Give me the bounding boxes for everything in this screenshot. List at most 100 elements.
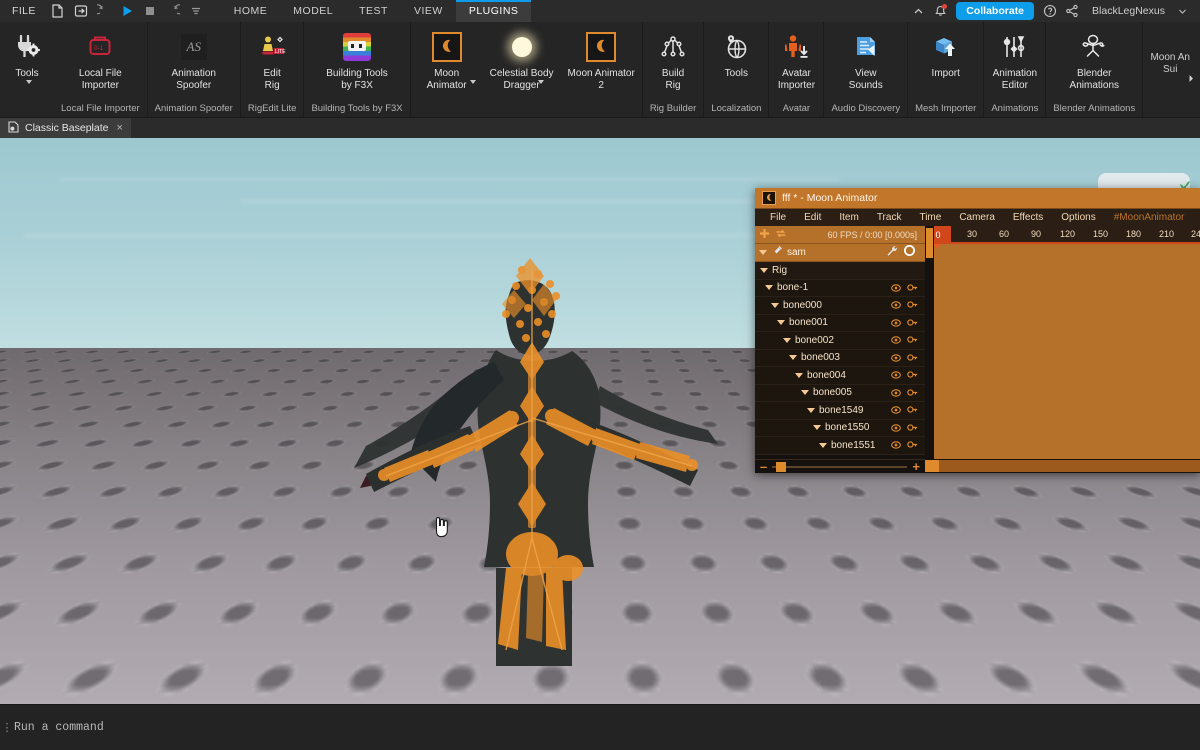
expand-triangle-icon[interactable]	[760, 268, 768, 273]
key-icon[interactable]	[907, 314, 918, 332]
timeline-panel[interactable]: 0 30 60 90 120 150 180 210 240	[925, 226, 1200, 473]
track-row-sam[interactable]: sam	[755, 244, 925, 262]
key-icon[interactable]	[907, 296, 918, 314]
ribbon-item-view-sounds[interactable]: View Sounds	[839, 22, 893, 100]
expand-triangle-icon[interactable]	[807, 408, 815, 413]
record-circle-icon[interactable]	[903, 244, 916, 262]
track-row-rig[interactable]: Rig	[755, 262, 925, 280]
undo-icon[interactable]	[162, 0, 184, 22]
key-icon[interactable]	[907, 401, 918, 419]
ribbon-item-moon-animator[interactable]: Moon Animator	[411, 22, 483, 100]
close-icon[interactable]: ×	[116, 122, 122, 134]
chevron-up-icon[interactable]	[908, 0, 928, 22]
redo-icon[interactable]	[93, 0, 115, 22]
eye-icon[interactable]	[891, 384, 901, 402]
eye-icon[interactable]	[891, 366, 901, 384]
open-file-icon[interactable]	[70, 0, 92, 22]
add-track-icon[interactable]	[759, 226, 770, 244]
zoom-slider-handle[interactable]	[776, 462, 786, 472]
rigged-character-model[interactable]	[300, 238, 760, 668]
ribbon-item-celestial-body-dragger[interactable]: Celestial Body Dragger	[483, 22, 561, 100]
track-zoom-slider[interactable]: – +	[755, 459, 925, 473]
timeline-horizontal-scrollbar[interactable]	[925, 459, 1200, 473]
expand-triangle-icon[interactable]	[759, 250, 767, 255]
eye-icon[interactable]	[891, 314, 901, 332]
eye-icon[interactable]	[891, 419, 901, 437]
track-row-bone-1[interactable]: bone-1	[755, 280, 925, 298]
ribbon-item-tools[interactable]: Tools	[0, 22, 54, 100]
zoom-out-button[interactable]: –	[760, 462, 767, 472]
ribbon-item-animation-spoofer[interactable]: AS Animation Spoofer	[165, 22, 223, 100]
scrollbar-thumb[interactable]	[926, 228, 933, 258]
eye-icon[interactable]	[891, 401, 901, 419]
eye-icon[interactable]	[891, 296, 901, 314]
document-tab-classic-baseplate[interactable]: Classic Baseplate ×	[0, 118, 131, 138]
ribbon-item-blender-animations[interactable]: Blender Animations	[1063, 22, 1126, 100]
account-name[interactable]: BlackLegNexus	[1084, 5, 1170, 17]
eye-icon[interactable]	[891, 331, 901, 349]
scrollbar-track[interactable]	[925, 460, 1200, 472]
ribbon-item-edit-rig[interactable]: LITE Edit Rig	[245, 22, 299, 100]
chevron-down-icon[interactable]	[470, 80, 476, 84]
expand-triangle-icon[interactable]	[789, 355, 797, 360]
ribbon-item-building-tools[interactable]: Building Tools by F3X	[319, 22, 395, 100]
expand-triangle-icon[interactable]	[795, 373, 803, 378]
key-icon[interactable]	[907, 384, 918, 402]
track-row-bone004[interactable]: bone004	[755, 367, 925, 385]
menu-item[interactable]: Item	[830, 209, 867, 226]
track-row-bone1550[interactable]: bone1550	[755, 420, 925, 438]
file-menu-button[interactable]: FILE	[0, 0, 45, 22]
track-row-bone000[interactable]: bone000	[755, 297, 925, 315]
ribbon-item-mesh-import[interactable]: Import	[919, 22, 973, 100]
ribbon-tab-model[interactable]: MODEL	[280, 0, 346, 22]
timeline-rig-track-row[interactable]	[925, 244, 1200, 262]
timeline-keyframe-grid[interactable]	[925, 262, 1200, 459]
ribbon-tab-test[interactable]: TEST	[346, 0, 401, 22]
track-row-bone003[interactable]: bone003	[755, 350, 925, 368]
zoom-slider-track[interactable]	[772, 466, 907, 468]
expand-triangle-icon[interactable]	[801, 390, 809, 395]
key-icon[interactable]	[907, 349, 918, 367]
track-row-bone002[interactable]: bone002	[755, 332, 925, 350]
ribbon-tab-view[interactable]: VIEW	[401, 0, 456, 22]
track-row-bone1549[interactable]: bone1549	[755, 402, 925, 420]
key-icon[interactable]	[907, 331, 918, 349]
menu-camera[interactable]: Camera	[950, 209, 1004, 226]
moon-animator-title-bar[interactable]: fff * - Moon Animator	[755, 188, 1200, 209]
expand-triangle-icon[interactable]	[819, 443, 827, 448]
eye-icon[interactable]	[891, 436, 901, 454]
wrench-icon[interactable]	[886, 244, 898, 262]
menu-hashtag-moonanimator[interactable]: #MoonAnimator	[1105, 209, 1194, 226]
chevron-down-icon[interactable]	[26, 80, 32, 84]
moon-animator-window[interactable]: fff * - Moon Animator File Edit Item Tra…	[755, 188, 1200, 473]
ribbon-item-build-rig[interactable]: Build Rig	[646, 22, 700, 100]
ribbon-item-localization-tools[interactable]: Tools	[709, 22, 763, 100]
account-chevron-down-icon[interactable]	[1172, 0, 1192, 22]
timeline-ruler[interactable]: 0 30 60 90 120 150 180 210 240	[925, 226, 1200, 244]
help-icon[interactable]	[1040, 0, 1060, 22]
new-file-icon[interactable]	[47, 0, 69, 22]
ribbon-item-avatar-importer[interactable]: Avatar Importer	[769, 22, 823, 100]
track-row-bone005[interactable]: bone005	[755, 385, 925, 403]
play-icon[interactable]	[116, 0, 138, 22]
expand-triangle-icon[interactable]	[765, 285, 773, 290]
track-row-bone1551[interactable]: bone1551	[755, 437, 925, 455]
ribbon-item-moon-animator-suite[interactable]: Moon An Sui	[1143, 22, 1197, 100]
ribbon-item-animation-editor[interactable]: Animation Editor	[986, 22, 1044, 100]
zoom-in-button[interactable]: +	[912, 462, 920, 472]
ribbon-tab-home[interactable]: HOME	[221, 0, 281, 22]
menu-options[interactable]: Options	[1052, 209, 1104, 226]
eye-icon[interactable]	[891, 279, 901, 297]
command-input[interactable]: Run a command	[14, 718, 1200, 738]
expand-triangle-icon[interactable]	[771, 303, 779, 308]
key-icon[interactable]	[907, 436, 918, 454]
expand-triangle-icon[interactable]	[777, 320, 785, 325]
drag-handle-icon[interactable]: ⋮	[0, 724, 14, 732]
chevron-down-icon[interactable]	[538, 80, 544, 84]
key-icon[interactable]	[907, 279, 918, 297]
collaborate-button[interactable]: Collaborate	[956, 2, 1034, 20]
menu-file[interactable]: File	[761, 209, 795, 226]
ribbon-tab-plugins[interactable]: PLUGINS	[456, 0, 532, 22]
expand-triangle-icon[interactable]	[783, 338, 791, 343]
share-icon[interactable]	[1062, 0, 1082, 22]
